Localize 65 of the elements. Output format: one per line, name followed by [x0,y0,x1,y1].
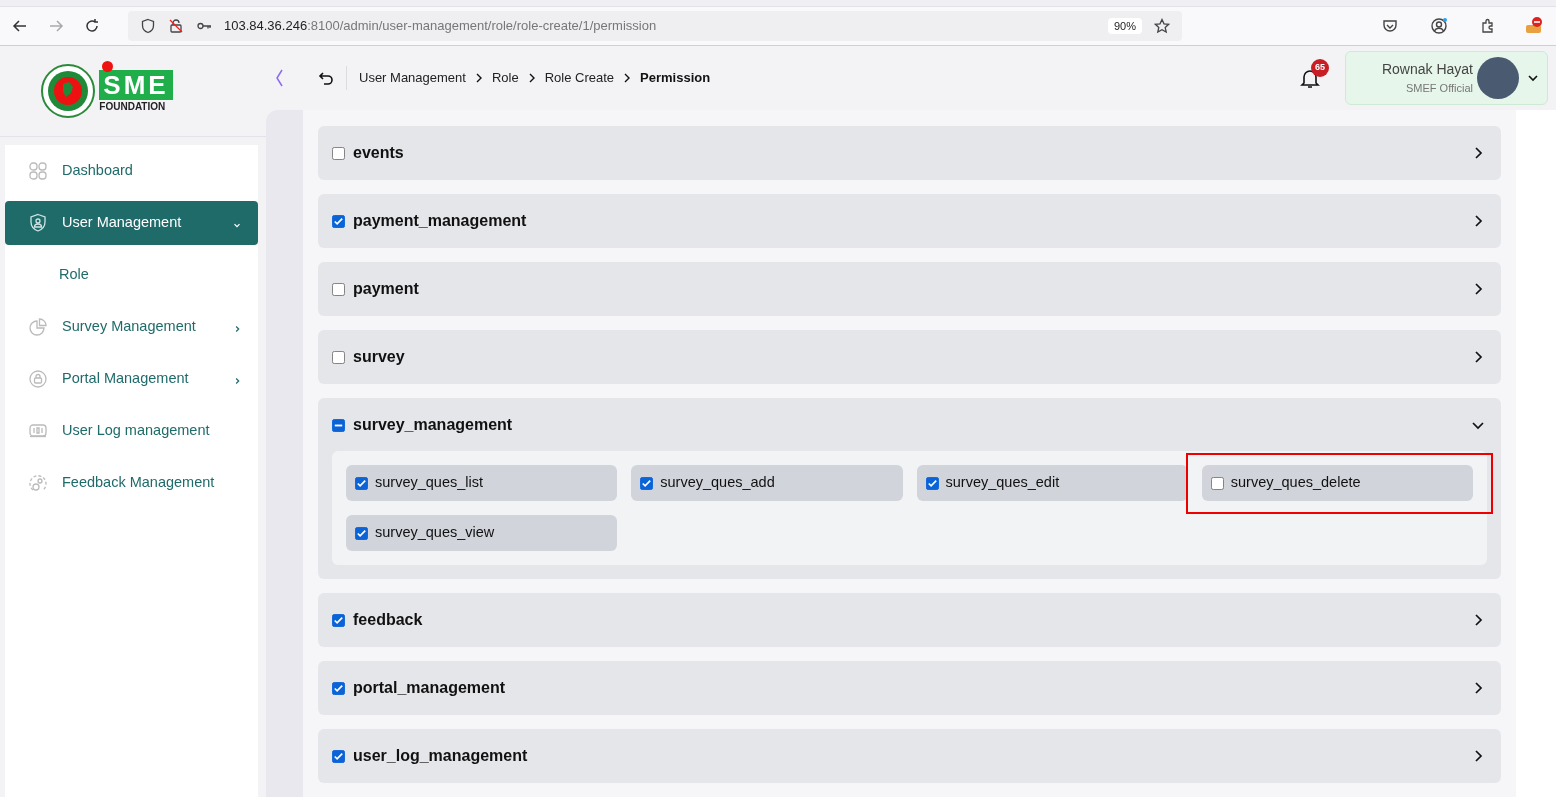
checkbox[interactable] [355,476,368,490]
checkbox[interactable] [925,476,939,490]
shield-icon [140,18,156,34]
group-name: events [353,143,405,163]
puzzle-icon[interactable] [1480,18,1496,34]
checkbox[interactable] [332,282,345,296]
group-name: survey_management [353,415,514,435]
back-icon[interactable] [12,18,28,34]
checkbox[interactable] [332,350,345,364]
user-name: Rownak Hayat [1381,60,1473,80]
group-name: payment [353,279,420,299]
permission-item[interactable]: survey_ques_add [631,465,903,501]
user-role: SMEF Official [1405,81,1473,97]
feedback-icon [28,473,48,493]
permission-item[interactable]: survey_ques_delete [1201,465,1473,501]
zoom-level[interactable]: 90% [1107,17,1142,35]
insecure-lock-icon [168,18,184,34]
pocket-icon[interactable] [1382,18,1398,34]
avatar-placeholder [1477,57,1519,99]
sidebar-item[interactable]: User Management [5,201,258,245]
url-text: 103.84.36.246:8100/admin/user-management/role/role-create/1/permission [224,17,657,36]
permission-item[interactable]: survey_ques_view [346,515,618,551]
group-name: feedback [353,610,424,630]
checkbox[interactable] [332,418,345,432]
logo-text: SME [99,69,173,100]
emblem-icon [41,64,96,118]
logo-subtitle: FOUNDATION [99,100,166,113]
breadcrumb-link[interactable]: User Management [359,68,466,88]
group-name: user_log_management [353,746,529,766]
sidebar-item[interactable]: User Log management [5,409,258,453]
checkbox[interactable] [332,146,345,160]
reload-icon[interactable] [84,18,100,34]
checkbox[interactable] [1210,476,1224,490]
sidebar-item[interactable]: Role [5,253,258,297]
breadcrumb-link[interactable]: Role [491,68,519,88]
extension-icon[interactable] [1524,16,1544,36]
account-icon[interactable] [1430,17,1448,35]
group-name: payment_management [353,211,528,231]
group-name: survey [353,347,406,367]
checkbox[interactable] [355,526,368,540]
permission-item[interactable]: survey_ques_edit [916,465,1188,501]
undo-icon[interactable] [318,70,334,86]
notification-badge: 65 [1311,59,1329,77]
group-name: portal_management [353,678,507,698]
permission-item[interactable]: survey_ques_list [346,465,618,501]
sidebar-item[interactable]: Feedback Management [5,461,258,505]
checkbox[interactable] [640,476,654,490]
sidebar-item[interactable]: Portal Management [5,357,258,401]
shield-icon [28,213,48,233]
sidebar-item[interactable]: Dashboard [5,149,258,193]
address-bar[interactable]: 103.84.36.246:8100/admin/user-management/role/role-create/1/permission 90% [128,11,1182,41]
checkbox[interactable] [332,613,345,627]
user-menu[interactable]: Rownak Hayat SMEF Official [1345,51,1548,105]
grid-icon [28,161,48,181]
lock-icon [28,369,48,389]
collapse-icon[interactable] [274,68,286,88]
checkbox[interactable] [332,214,345,228]
checkbox[interactable] [332,681,345,695]
checkbox[interactable] [332,749,345,763]
pie-icon [28,317,48,337]
sidebar-item[interactable]: Survey Management [5,305,258,349]
breadcrumb-link[interactable]: Role Create [544,68,615,88]
chevron-down-icon [1527,72,1539,84]
star-icon[interactable] [1154,18,1170,34]
breadcrumb-current: Permission [640,69,711,88]
